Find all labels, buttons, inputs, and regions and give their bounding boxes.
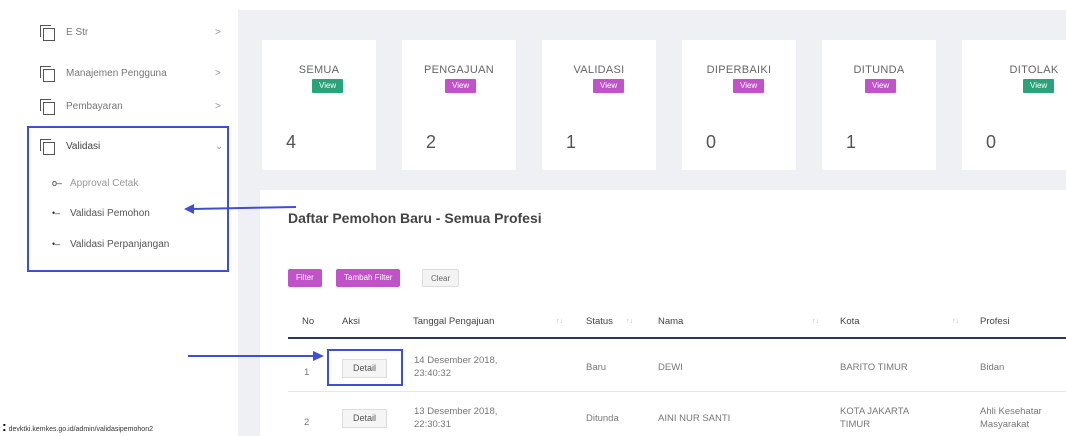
stat-value: 1 — [846, 132, 857, 152]
stat-title: DITOLAK — [1009, 64, 1059, 76]
sidebar-item-label: Pembayaran — [66, 100, 123, 112]
column-header-no[interactable]: No — [302, 316, 314, 327]
sidebar-item-label: Manajemen Pengguna — [66, 67, 167, 79]
column-header-aksi[interactable]: Aksi — [342, 316, 360, 327]
chevron-right-icon: > — [215, 67, 221, 79]
cell-jam: 23:40:32 — [414, 368, 451, 379]
cell-kota: KOTA JAKARTA — [840, 406, 910, 417]
filter-button[interactable]: Filter — [288, 269, 322, 287]
copy-icon — [40, 66, 55, 82]
add-filter-button[interactable]: Tambah Filter — [336, 269, 401, 287]
stat-value: 4 — [286, 132, 297, 152]
detail-button[interactable]: Detail — [342, 409, 387, 428]
cell-jam: 22:30:31 — [414, 419, 451, 430]
chevron-right-icon: > — [215, 26, 221, 38]
row-divider — [288, 391, 1066, 392]
column-header-profesi[interactable]: Profesi — [980, 316, 1010, 327]
cell-no: 1 — [304, 367, 310, 378]
arrow-right-icon — [188, 351, 324, 361]
sort-icon[interactable]: ↑↓ — [812, 318, 819, 325]
cell-status: Ditunda — [586, 413, 619, 424]
status-marker: : — [2, 418, 7, 434]
view-button[interactable]: View — [312, 79, 344, 93]
stat-card-ditolak: DITOLAK View 0 — [962, 40, 1066, 170]
stat-value: 0 — [706, 132, 717, 152]
cell-tanggal: 14 Desember 2018, — [414, 355, 498, 366]
cell-status: Baru — [586, 362, 607, 373]
view-button[interactable]: View — [865, 79, 897, 93]
stat-card-pengajuan: PENGAJUAN View 2 — [402, 40, 516, 170]
applicant-list-card: Daftar Pemohon Baru - Semua Profesi Filt… — [260, 190, 1066, 436]
clear-button[interactable]: Clear — [422, 269, 460, 287]
copy-icon — [40, 25, 55, 41]
stat-value: 0 — [986, 132, 997, 152]
cell-profesi: Ahli Kesehatar — [980, 406, 1042, 417]
column-header-nama[interactable]: Nama — [658, 316, 683, 327]
stat-value: 2 — [426, 132, 437, 152]
stat-title: DITUNDA — [853, 64, 905, 76]
stat-title: SEMUA — [298, 64, 340, 76]
stat-card-validasi: VALIDASI View 1 — [542, 40, 656, 170]
detail-highlight-box — [327, 349, 403, 386]
cell-kota-line2: TIMUR — [840, 419, 871, 430]
stat-value: 1 — [566, 132, 577, 152]
cell-kota: BARITO TIMUR — [840, 362, 908, 373]
column-header-tanggal[interactable]: Tanggal Pengajuan — [413, 316, 494, 327]
view-button[interactable]: View — [445, 79, 477, 93]
stat-card-diperbaiki: DIPERBAIKI View 0 — [682, 40, 796, 170]
sidebar-item-label: E Str — [66, 26, 89, 38]
cell-profesi: Bidan — [980, 362, 1005, 373]
table-header-divider — [288, 337, 1066, 339]
cell-profesi-line2: Masyarakat — [980, 419, 1030, 430]
stat-title: VALIDASI — [573, 64, 625, 76]
chevron-right-icon: > — [215, 100, 221, 112]
cell-nama: DEWI — [658, 362, 683, 373]
view-button[interactable]: View — [1023, 79, 1055, 93]
column-header-status[interactable]: Status — [586, 316, 613, 327]
stat-card-semua: SEMUA View 4 — [262, 40, 376, 170]
view-button[interactable]: View — [733, 79, 765, 93]
cell-tanggal: 13 Desember 2018, — [414, 406, 498, 417]
sidebar-item-estr[interactable]: E Str > — [40, 20, 221, 44]
sort-icon[interactable]: ↑↓ — [626, 318, 633, 325]
sort-icon[interactable]: ↑↓ — [952, 318, 959, 325]
cell-no: 2 — [304, 417, 310, 428]
cell-nama: AINI NUR SANTI — [658, 413, 731, 424]
column-header-kota[interactable]: Kota — [840, 316, 860, 327]
list-title: Daftar Pemohon Baru - Semua Profesi — [288, 210, 542, 226]
view-button[interactable]: View — [593, 79, 625, 93]
stat-title: PENGAJUAN — [424, 64, 494, 76]
sidebar-item-pembayaran[interactable]: Pembayaran > — [40, 94, 221, 118]
sidebar: E Str > Manajemen Pengguna > Pembayaran … — [0, 0, 232, 436]
status-url: devktki.kemkes.go.id/admin/validasipemoh… — [8, 426, 153, 433]
stat-card-ditunda: DITUNDA View 1 — [822, 40, 936, 170]
sort-icon[interactable]: ↑↓ — [556, 318, 563, 325]
copy-icon — [40, 99, 55, 115]
status-bar: : devktki.kemkes.go.id/admin/validasipem… — [2, 418, 153, 434]
stat-title: DIPERBAIKI — [706, 64, 772, 76]
arrow-left-icon — [184, 204, 297, 214]
sidebar-item-manajemen-pengguna[interactable]: Manajemen Pengguna > — [40, 61, 221, 85]
